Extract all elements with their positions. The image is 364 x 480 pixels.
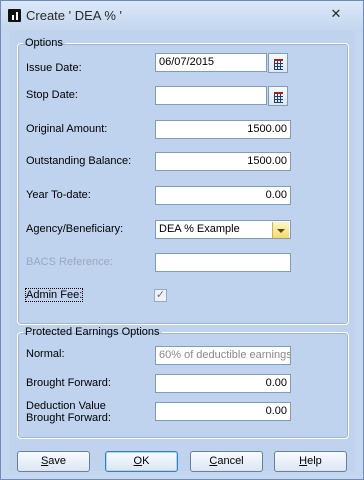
- dialog-client-area: Options Issue Date: 06/07/2015 Stop Date…: [9, 31, 355, 472]
- ok-button[interactable]: OK: [105, 451, 178, 472]
- options-group: Options: [17, 37, 349, 325]
- issue-date-calendar-button[interactable]: [268, 53, 288, 73]
- save-button[interactable]: Save: [17, 451, 90, 472]
- original-amount-label: Original Amount:: [26, 123, 108, 135]
- help-button[interactable]: Help: [274, 451, 347, 472]
- calendar-icon: [274, 92, 283, 103]
- ok-button-label: K: [142, 455, 150, 467]
- options-legend: Options: [25, 37, 63, 49]
- stop-date-calendar-button[interactable]: [268, 86, 288, 106]
- bacs-reference-label: BACS Reference:: [26, 256, 113, 268]
- admin-fee-checkbox[interactable]: ✓: [154, 289, 167, 302]
- brought-forward-label: Brought Forward:: [26, 377, 111, 389]
- protected-earnings-legend: Protected Earnings Options: [25, 326, 160, 338]
- title-bar[interactable]: Create ' DEA % ' ✕: [1, 1, 363, 31]
- window-title: Create ' DEA % ': [26, 8, 123, 23]
- stop-date-input[interactable]: [155, 86, 267, 105]
- deduction-value-label-line1: Deduction Value: [26, 400, 106, 412]
- issue-date-label: Issue Date:: [26, 62, 82, 74]
- issue-date-input[interactable]: 06/07/2015: [155, 53, 267, 72]
- stop-date-label: Stop Date:: [26, 89, 78, 101]
- original-amount-input[interactable]: 1500.00: [155, 120, 291, 139]
- calendar-icon: [274, 59, 283, 70]
- agency-selected-value: DEA % Example: [159, 223, 240, 235]
- dialog-window: Create ' DEA % ' ✕ Options Issue Date: 0…: [0, 0, 364, 480]
- normal-label: Normal:: [26, 348, 65, 360]
- year-to-date-input[interactable]: 0.00: [155, 186, 291, 205]
- outstanding-balance-label: Outstanding Balance:: [26, 155, 132, 167]
- cancel-button[interactable]: Cancel: [190, 451, 263, 472]
- agency-label: Agency/Beneficiary:: [26, 223, 124, 235]
- help-button-accelerator: H: [299, 455, 308, 467]
- bacs-reference-input[interactable]: [155, 253, 291, 272]
- admin-fee-label[interactable]: Admin Fee:: [24, 288, 84, 302]
- normal-input[interactable]: 60% of deductible earnings: [155, 346, 291, 365]
- outstanding-balance-input[interactable]: 1500.00: [155, 152, 291, 171]
- save-button-label: ave: [48, 455, 67, 467]
- deduction-value-input[interactable]: 0.00: [155, 402, 291, 421]
- chevron-down-icon[interactable]: [272, 222, 289, 238]
- help-button-label: elp: [307, 455, 322, 467]
- year-to-date-label: Year To-date:: [26, 189, 91, 201]
- agency-select[interactable]: DEA % Example: [155, 220, 291, 239]
- cancel-button-label: ancel: [217, 455, 244, 467]
- app-icon: [8, 9, 21, 22]
- check-icon: ✓: [155, 289, 166, 301]
- ok-button-accelerator: O: [133, 455, 143, 467]
- deduction-value-label-line2: Brought Forward:: [26, 412, 111, 424]
- close-button[interactable]: ✕: [315, 5, 357, 23]
- brought-forward-input[interactable]: 0.00: [155, 374, 291, 393]
